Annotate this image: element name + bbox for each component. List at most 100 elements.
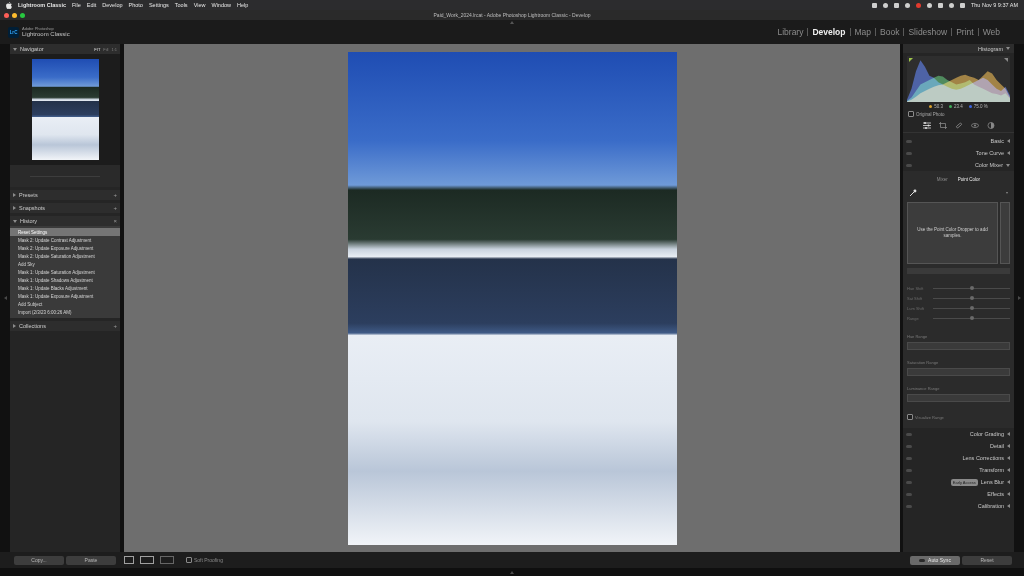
panel-switch-icon[interactable] (906, 152, 912, 155)
apple-icon[interactable] (6, 2, 12, 9)
panel-action[interactable]: + (113, 205, 117, 211)
history-item[interactable]: Mask 1: Update Blacks Adjustment (10, 284, 120, 292)
adjustment-slider[interactable]: Range (907, 314, 1010, 322)
collapse-top-icon[interactable] (510, 21, 514, 24)
wifi-icon[interactable] (938, 3, 943, 8)
panel-switch-icon[interactable] (906, 469, 912, 472)
panel-header[interactable]: Calibration (903, 500, 1014, 512)
panel-switch-icon[interactable] (906, 445, 912, 448)
panel-header[interactable]: Color Mixer (903, 159, 1014, 171)
panel-switch-icon[interactable] (906, 433, 912, 436)
edit-sliders-icon[interactable] (923, 122, 931, 129)
panel-action[interactable]: + (113, 192, 117, 198)
shadow-clipping-icon[interactable] (909, 58, 913, 62)
panel-switch-icon[interactable] (906, 164, 912, 167)
menu-item[interactable]: Help (237, 2, 248, 8)
reset-button[interactable]: Reset (962, 556, 1012, 565)
panel-header[interactable]: Lens Corrections (903, 452, 1014, 464)
adjustment-slider[interactable]: Sat Shift (907, 294, 1010, 302)
panel-header[interactable]: Presets + (10, 190, 120, 200)
adjustment-slider[interactable]: Hue Shift (907, 284, 1010, 292)
status-icon[interactable] (872, 3, 877, 8)
zoom-option[interactable]: Fill (103, 47, 108, 52)
history-item[interactable]: Mask 2: Update Contrast Adjustment (10, 236, 120, 244)
loupe-view-icon[interactable] (124, 556, 134, 564)
app-menu[interactable]: Lightroom Classic (18, 2, 66, 8)
menu-item[interactable]: File (72, 2, 81, 8)
panel-header[interactable]: Tone Curve (903, 147, 1014, 159)
paste-button[interactable]: Paste (66, 556, 116, 565)
menu-item[interactable]: Tools (175, 2, 188, 8)
module-tab[interactable]: Slideshow (904, 27, 951, 37)
masking-icon[interactable] (987, 122, 995, 129)
highlight-clipping-icon[interactable] (1004, 58, 1008, 62)
panel-switch-icon[interactable] (906, 457, 912, 460)
heal-icon[interactable] (955, 122, 963, 129)
panel-header[interactable]: History × (10, 216, 120, 226)
color-dropper-icon[interactable] (909, 189, 917, 197)
panel-switch-icon[interactable] (906, 505, 912, 508)
search-icon[interactable] (949, 3, 954, 8)
history-item[interactable]: Import (2/3/23 6:00:26 AM) (10, 308, 120, 316)
panel-switch-icon[interactable] (906, 481, 912, 484)
samples-scroll[interactable] (1000, 202, 1010, 264)
red-eye-icon[interactable] (971, 122, 979, 129)
bottom-edge[interactable] (0, 568, 1024, 576)
panel-action[interactable]: + (113, 323, 117, 329)
adjustment-slider[interactable]: Lum Shift (907, 304, 1010, 312)
original-photo-toggle[interactable]: Original Photo (903, 110, 1014, 118)
module-tab[interactable]: Map (851, 27, 876, 37)
panel-header[interactable]: Detail (903, 440, 1014, 452)
menu-item[interactable]: Edit (87, 2, 96, 8)
menu-item[interactable]: View (194, 2, 206, 8)
module-tab[interactable]: Library (773, 27, 807, 37)
crop-icon[interactable] (939, 122, 947, 129)
navigator-header[interactable]: Navigator FITFill1:1 (10, 44, 120, 54)
auto-sync-switch-icon[interactable] (919, 559, 925, 562)
panel-switch-icon[interactable] (906, 140, 912, 143)
visualize-range-toggle[interactable]: Visualize Range (907, 412, 1010, 422)
module-tab[interactable]: Develop (808, 27, 849, 37)
module-tab[interactable]: Book (876, 27, 903, 37)
minimize-icon[interactable] (12, 13, 17, 18)
module-tab[interactable]: Web (979, 27, 1004, 37)
soft-proofing-toggle[interactable]: Soft Proofing (186, 557, 223, 563)
history-item[interactable]: Mask 2: Update Exposure Adjustment (10, 244, 120, 252)
panel-header[interactable]: Snapshots + (10, 203, 120, 213)
history-item[interactable]: Mask 2: Update Saturation Adjustment (10, 252, 120, 260)
photo[interactable] (348, 52, 677, 545)
record-icon[interactable] (916, 3, 921, 8)
status-icon[interactable] (883, 3, 888, 8)
navigator-preview[interactable] (10, 54, 120, 165)
mixer-tab[interactable]: Mixer (937, 177, 948, 182)
zoom-option[interactable]: FIT (94, 47, 100, 52)
panel-header[interactable]: Basic (903, 135, 1014, 147)
view-options-icon[interactable] (160, 556, 174, 564)
status-icon[interactable] (894, 3, 899, 8)
panel-header[interactable]: Collections + (10, 321, 120, 331)
menu-item[interactable]: Develop (102, 2, 122, 8)
panel-action[interactable]: × (113, 218, 117, 224)
history-item[interactable]: Reset Settings (10, 228, 120, 236)
status-icon[interactable] (927, 3, 932, 8)
panel-header[interactable]: Early Access Lens Blur (903, 476, 1014, 488)
panel-header[interactable]: Effects (903, 488, 1014, 500)
control-center-icon[interactable] (960, 3, 965, 8)
auto-sync-button[interactable]: Auto Sync (910, 556, 960, 565)
panel-switch-icon[interactable] (906, 493, 912, 496)
range-control[interactable]: Hue Range (907, 334, 1010, 350)
history-item[interactable]: Mask 1: Update Saturation Adjustment (10, 268, 120, 276)
zoom-icon[interactable] (20, 13, 25, 18)
menu-item[interactable]: Settings (149, 2, 169, 8)
zoom-option[interactable]: 1:1 (111, 47, 117, 52)
status-icon[interactable] (905, 3, 910, 8)
copy-button[interactable]: Copy... (14, 556, 64, 565)
histogram-chart[interactable] (907, 56, 1010, 102)
clock[interactable]: Thu Nov 9 9:37 AM (971, 2, 1018, 8)
left-gutter[interactable] (0, 44, 10, 552)
history-item[interactable]: Add Sky (10, 260, 120, 268)
navigator-thumbnail[interactable] (32, 59, 99, 160)
close-icon[interactable] (4, 13, 9, 18)
history-item[interactable]: Mask 1: Update Exposure Adjustment (10, 292, 120, 300)
menu-item[interactable]: Photo (129, 2, 143, 8)
